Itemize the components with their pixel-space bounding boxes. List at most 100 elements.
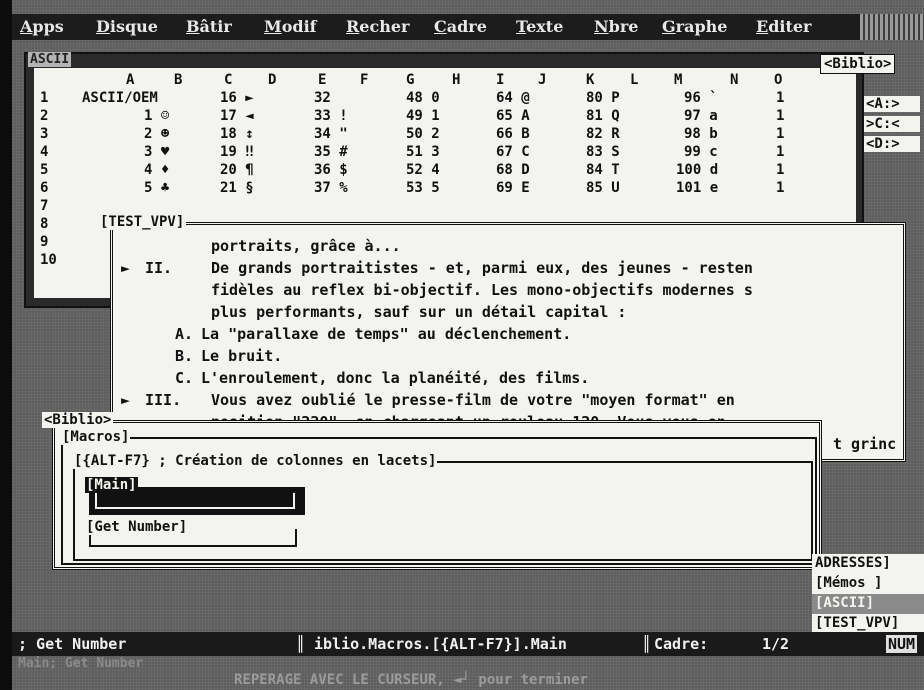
- doc-line[interactable]: portraits, grâce à...: [211, 237, 401, 255]
- main-input[interactable]: [95, 493, 295, 509]
- document-window-title[interactable]: [TEST_VPV]: [98, 214, 187, 230]
- grid-cell[interactable]: 18 ↕: [220, 126, 254, 142]
- column-header[interactable]: H: [452, 72, 460, 88]
- row-header[interactable]: 5: [40, 162, 48, 178]
- column-header[interactable]: K: [586, 72, 594, 88]
- grid-cell[interactable]: 16 ►: [220, 90, 254, 106]
- grid-cell[interactable]: 37 %: [314, 180, 348, 196]
- menu-cadre[interactable]: Cadre: [434, 17, 487, 36]
- grid-cell[interactable]: 2 ☻: [144, 126, 169, 142]
- grid-cell[interactable]: 97 a: [684, 108, 718, 124]
- column-header[interactable]: N: [730, 72, 738, 88]
- column-header[interactable]: J: [538, 72, 546, 88]
- grid-cell[interactable]: 96 `: [684, 90, 718, 106]
- grid-cell[interactable]: 80 P: [586, 90, 620, 106]
- grid-cell[interactable]: 33 !: [314, 108, 348, 124]
- grid-cell[interactable]: 101 e: [676, 180, 718, 196]
- doc-line[interactable]: Le bruit.: [201, 347, 282, 365]
- row-header[interactable]: 10: [40, 252, 57, 268]
- column-header[interactable]: A: [126, 72, 134, 88]
- menu-graphe[interactable]: Graphe: [662, 17, 727, 36]
- panel-test-vpv[interactable]: [TEST_VPV]: [812, 614, 924, 634]
- grid-cell[interactable]: 51 3: [406, 144, 440, 160]
- menu-editer[interactable]: Editer: [756, 17, 811, 36]
- grid-cell[interactable]: 49 1: [406, 108, 440, 124]
- doc-line[interactable]: La "parallaxe de temps" au déclenchement…: [201, 325, 571, 343]
- grid-cell[interactable]: 32: [314, 90, 331, 106]
- grid-cell[interactable]: 65 A: [496, 108, 530, 124]
- grid-cell[interactable]: 85 U: [586, 180, 620, 196]
- menu-nbre[interactable]: Nbre: [594, 17, 638, 36]
- grid-cell[interactable]: 52 4: [406, 162, 440, 178]
- doc-line[interactable]: t grinc: [833, 435, 896, 453]
- doc-line[interactable]: fidèles au reflex bi-objectif. Les mono-…: [211, 281, 753, 299]
- grid-cell[interactable]: 35 #: [314, 144, 348, 160]
- panel-adresses[interactable]: ADRESSES]: [812, 554, 924, 574]
- biblio-window[interactable]: [Macros] [{ALT-F7} ; Création de colonne…: [52, 420, 822, 570]
- menu-batir[interactable]: Bâtir: [186, 17, 232, 36]
- biblio-tab[interactable]: <Biblio>: [820, 54, 896, 74]
- grid-cell[interactable]: 5 ♣: [144, 180, 169, 196]
- grid-cell[interactable]: 20 ¶: [220, 162, 254, 178]
- grid-cell[interactable]: 1 ☺: [144, 108, 169, 124]
- doc-line[interactable]: plus performants, sauf sur un détail cap…: [211, 303, 626, 321]
- menu-apps[interactable]: Apps: [20, 17, 64, 36]
- biblio-window-title[interactable]: <Biblio>: [42, 412, 114, 428]
- ascii-window-title[interactable]: ASCII: [28, 52, 72, 67]
- grid-cell[interactable]: 99 c: [684, 144, 718, 160]
- grid-cell[interactable]: 68 D: [496, 162, 530, 178]
- grid-cell[interactable]: 64 @: [496, 90, 530, 106]
- panel-memos[interactable]: [Mémos ]: [812, 574, 924, 594]
- column-header[interactable]: O: [774, 72, 782, 88]
- grid-cell[interactable]: 53 5: [406, 180, 440, 196]
- doc-line[interactable]: Vous avez oublié le presse-film de votre…: [211, 391, 735, 409]
- get-number-label[interactable]: [Get Number]: [85, 519, 189, 535]
- column-header[interactable]: I: [496, 72, 504, 88]
- macro-group-label[interactable]: [{ALT-F7} ; Création de colonnes en lace…: [73, 453, 438, 469]
- drive-d-button[interactable]: <D:>: [864, 136, 920, 152]
- column-header[interactable]: L: [630, 72, 638, 88]
- row-header[interactable]: 4: [40, 144, 48, 160]
- grid-cell[interactable]: 50 2: [406, 126, 440, 142]
- grid-cell[interactable]: 67 C: [496, 144, 530, 160]
- grid-cell[interactable]: 34 ": [314, 126, 348, 142]
- grid-cell[interactable]: 3 ♥: [144, 144, 169, 160]
- column-header[interactable]: C: [224, 72, 232, 88]
- row-header[interactable]: 2: [40, 108, 48, 124]
- grid-cell[interactable]: 1: [776, 162, 784, 178]
- doc-line[interactable]: De grands portraitistes - et, parmi eux,…: [211, 259, 753, 277]
- row-header[interactable]: 7: [40, 198, 48, 214]
- grid-cell[interactable]: 69 E: [496, 180, 530, 196]
- doc-line[interactable]: L'enroulement, donc la planéité, des fil…: [201, 369, 589, 387]
- grid-cell[interactable]: 66 B: [496, 126, 530, 142]
- menu-recher[interactable]: Recher: [346, 17, 409, 36]
- row-header[interactable]: 8: [40, 216, 48, 232]
- grid-cell[interactable]: 84 T: [586, 162, 620, 178]
- grid-cell[interactable]: 1: [776, 90, 784, 106]
- column-header[interactable]: G: [406, 72, 414, 88]
- row-header[interactable]: 1: [40, 90, 48, 106]
- grid-cell[interactable]: 81 Q: [586, 108, 620, 124]
- column-header[interactable]: B: [174, 72, 182, 88]
- grid-cell[interactable]: 1: [776, 108, 784, 124]
- menu-modif[interactable]: Modif: [264, 17, 317, 36]
- grid-cell[interactable]: 21 §: [220, 180, 254, 196]
- grid-cell[interactable]: 48 0: [406, 90, 440, 106]
- macros-label[interactable]: [Macros]: [61, 429, 131, 445]
- grid-cell[interactable]: 19 ‼: [220, 144, 254, 160]
- grid-cell[interactable]: 82 R: [586, 126, 620, 142]
- grid-cell[interactable]: 4 ♦: [144, 162, 169, 178]
- column-header[interactable]: E: [318, 72, 326, 88]
- grid-cell[interactable]: 1: [776, 180, 784, 196]
- grid-cell[interactable]: 100 d: [676, 162, 718, 178]
- column-header[interactable]: F: [360, 72, 368, 88]
- column-header[interactable]: M: [674, 72, 682, 88]
- main-label[interactable]: [Main]: [85, 477, 138, 493]
- grid-cell[interactable]: 98 b: [684, 126, 718, 142]
- grid-cell[interactable]: ASCII/OEM: [82, 90, 158, 106]
- grid-cell[interactable]: 36 $: [314, 162, 348, 178]
- row-header[interactable]: 3: [40, 126, 48, 142]
- drive-c-button[interactable]: >C:<: [864, 116, 920, 132]
- row-header[interactable]: 6: [40, 180, 48, 196]
- drive-a-button[interactable]: <A:>: [864, 96, 920, 112]
